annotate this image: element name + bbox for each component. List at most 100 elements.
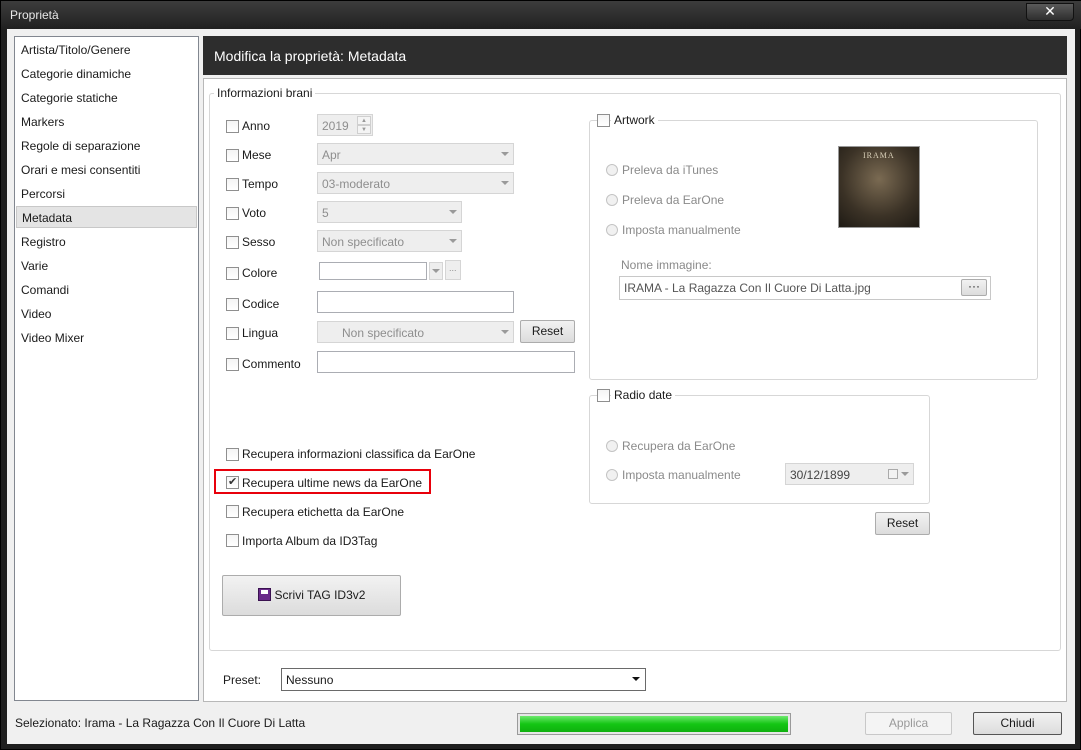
voto-checkbox[interactable] <box>226 207 239 220</box>
lingua-label: Lingua <box>242 326 279 340</box>
codice-input[interactable] <box>317 291 514 313</box>
chevron-down-icon <box>449 239 457 243</box>
page-title: Modifica la proprietà: Metadata <box>203 36 1067 75</box>
radio-date-checkbox[interactable] <box>597 389 610 402</box>
image-name-field[interactable]: IRAMA - La Ragazza Con Il Cuore Di Latta… <box>619 276 991 300</box>
date-picker[interactable]: 30/12/1899 <box>785 463 914 485</box>
option-news-checkbox[interactable] <box>226 475 239 489</box>
sidebar-item-metadata[interactable]: Metadata <box>16 206 197 228</box>
artwork-checkbox[interactable] <box>597 114 610 127</box>
radio-manual[interactable] <box>606 224 618 236</box>
write-tag-button[interactable]: Scrivi TAG ID3v2 <box>222 575 401 616</box>
sidebar-item-categorie-dinamiche[interactable]: Categorie dinamiche <box>16 63 197 85</box>
chevron-down-icon <box>449 210 457 214</box>
preset-select[interactable]: Nessuno <box>281 668 646 691</box>
sidebar-item-regole[interactable]: Regole di separazione <box>16 135 197 157</box>
radio-date-label: Radio date <box>611 388 676 402</box>
lingua-select[interactable]: Non specificato <box>317 321 514 343</box>
sidebar-item-artista[interactable]: Artista/Titolo/Genere <box>16 39 197 61</box>
artwork-group <box>589 120 1038 380</box>
radio-itunes-label: Preleva da iTunes <box>622 163 719 177</box>
anno-spinner[interactable]: 2019 ▲ ▼ <box>317 114 373 136</box>
colore-dropdown[interactable] <box>429 262 443 280</box>
properties-window: Proprietà ✕ Artista/Titolo/Genere Catego… <box>0 0 1081 750</box>
artwork-image: IRAMA <box>838 146 920 228</box>
chevron-down-icon <box>901 472 909 476</box>
option-classifica-checkbox[interactable] <box>226 448 239 461</box>
tempo-select[interactable]: 03-moderato <box>317 172 514 194</box>
voto-label: Voto <box>242 206 267 220</box>
metadata-panel: Informazioni brani Anno 2019 ▲ ▼ Mese Apr… <box>203 78 1067 702</box>
sidebar-item-video[interactable]: Video <box>16 303 197 325</box>
info-group-label: Informazioni brani <box>214 86 316 100</box>
option-etichetta-checkbox[interactable] <box>226 505 239 518</box>
chevron-down-icon <box>632 677 640 681</box>
status-text: Selezionato: Irama - La Ragazza Con Il C… <box>15 716 306 730</box>
lingua-checkbox[interactable] <box>226 327 239 340</box>
commento-input[interactable] <box>317 351 575 373</box>
radio-date-earone[interactable] <box>606 440 618 452</box>
artwork-label: Artwork <box>611 113 658 127</box>
option-classifica-label: Recupera informazioni classifica da EarO… <box>242 447 476 461</box>
sesso-select[interactable]: Non specificato <box>317 230 462 252</box>
commento-label: Commento <box>242 357 301 371</box>
option-album-checkbox[interactable] <box>226 534 239 547</box>
radio-earone-label: Preleva da EarOne <box>622 193 725 207</box>
lingua-reset-button[interactable]: Reset <box>520 320 575 343</box>
sidebar-item-markers[interactable]: Markers <box>16 111 197 133</box>
chevron-down-icon <box>501 152 509 156</box>
spin-buttons[interactable]: ▲ ▼ <box>357 116 371 134</box>
mese-checkbox[interactable] <box>226 149 239 162</box>
option-etichetta-label: Recupera etichetta da EarOne <box>242 505 405 519</box>
mese-label: Mese <box>242 148 272 162</box>
commento-checkbox[interactable] <box>226 358 239 371</box>
anno-checkbox[interactable] <box>226 120 239 133</box>
sidebar-item-varie[interactable]: Varie <box>16 255 197 277</box>
sidebar-item-registro[interactable]: Registro <box>16 231 197 253</box>
dialog-client: Artista/Titolo/Genere Categorie dinamich… <box>7 29 1075 744</box>
anno-label: Anno <box>242 119 271 133</box>
image-name-label: Nome immagine: <box>621 258 712 272</box>
sidebar-item-video-mixer[interactable]: Video Mixer <box>16 327 197 349</box>
voto-select[interactable]: 5 <box>317 201 462 223</box>
sidebar: Artista/Titolo/Genere Categorie dinamich… <box>14 36 199 701</box>
progress-bar <box>517 713 791 735</box>
sidebar-item-categorie-statiche[interactable]: Categorie statiche <box>16 87 197 109</box>
tempo-checkbox[interactable] <box>226 178 239 191</box>
apply-button[interactable]: Applica <box>865 712 952 735</box>
chevron-down-icon <box>501 181 509 185</box>
chevron-down-icon <box>501 330 509 334</box>
sesso-checkbox[interactable] <box>226 236 239 249</box>
sidebar-item-orari[interactable]: Orari e mesi consentiti <box>16 159 197 181</box>
close-button[interactable]: Chiudi <box>973 712 1062 735</box>
radio-date-manual-label: Imposta manualmente <box>622 468 741 482</box>
tempo-label: Tempo <box>242 177 279 191</box>
preset-label: Preset: <box>223 673 262 687</box>
colore-checkbox[interactable] <box>226 267 239 280</box>
progress-fill <box>520 716 788 732</box>
codice-label: Codice <box>242 297 280 311</box>
radio-itunes[interactable] <box>606 164 618 176</box>
save-icon <box>257 588 271 601</box>
radio-date-earone-label: Recupera da EarOne <box>622 439 736 453</box>
browse-button[interactable]: ··· <box>961 279 987 296</box>
calendar-icon[interactable] <box>888 469 898 479</box>
title-bar: Proprietà ✕ <box>1 1 1081 29</box>
colore-label: Colore <box>242 266 278 280</box>
codice-checkbox[interactable] <box>226 298 239 311</box>
radio-date-manual[interactable] <box>606 469 618 481</box>
mese-select[interactable]: Apr <box>317 143 514 165</box>
close-icon[interactable]: ✕ <box>1026 3 1074 21</box>
colore-more-button[interactable]: ... <box>445 260 461 280</box>
radio-date-reset-button[interactable]: Reset <box>875 512 930 535</box>
radio-manual-label: Imposta manualmente <box>622 223 741 237</box>
sidebar-item-comandi[interactable]: Comandi <box>16 279 197 301</box>
chevron-down-icon <box>432 269 440 273</box>
sesso-label: Sesso <box>242 235 276 249</box>
option-news-label: Recupera ultime news da EarOne <box>242 476 423 490</box>
radio-earone[interactable] <box>606 194 618 206</box>
sidebar-item-percorsi[interactable]: Percorsi <box>16 183 197 205</box>
option-album-label: Importa Album da ID3Tag <box>242 534 378 548</box>
window-title: Proprietà <box>10 8 59 22</box>
colore-field[interactable] <box>319 262 427 280</box>
